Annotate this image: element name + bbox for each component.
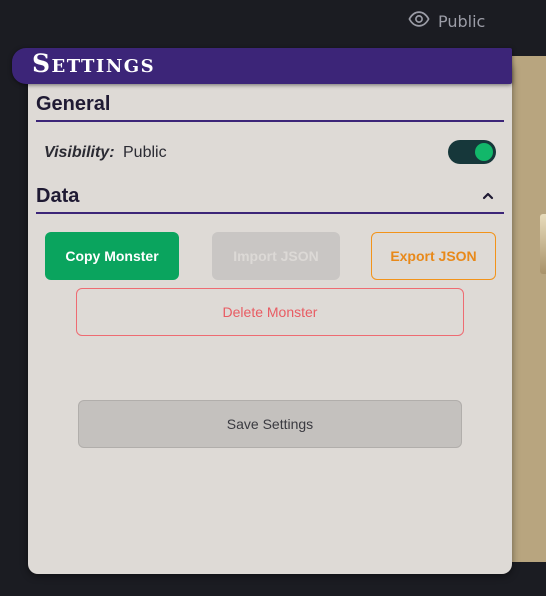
settings-header: Settings [12, 48, 512, 84]
eye-icon [408, 8, 430, 34]
visibility-label: Visibility: [44, 144, 115, 161]
toggle-knob [475, 143, 493, 161]
settings-title: Settings [32, 49, 156, 78]
visibility-indicator[interactable]: Public [408, 8, 485, 34]
visibility-value: Public [123, 144, 167, 161]
export-json-button[interactable]: Export JSON [371, 232, 496, 280]
data-heading-text: Data [36, 185, 80, 207]
data-section-heading[interactable]: Data [36, 184, 504, 214]
background-image-edge [540, 214, 546, 274]
general-heading-text: General [36, 93, 111, 115]
import-json-button[interactable]: Import JSON [212, 232, 340, 280]
top-bar: Public [0, 0, 546, 48]
visibility-toggle[interactable] [448, 140, 496, 164]
visibility-text: Public [438, 11, 486, 31]
chevron-up-icon[interactable] [480, 186, 496, 202]
copy-monster-button[interactable]: Copy Monster [45, 232, 179, 280]
general-section-heading: General [36, 92, 504, 122]
save-settings-button[interactable]: Save Settings [78, 400, 462, 448]
visibility-setting-row: Visibility: Public [44, 140, 500, 168]
delete-monster-button[interactable]: Delete Monster [76, 288, 464, 336]
